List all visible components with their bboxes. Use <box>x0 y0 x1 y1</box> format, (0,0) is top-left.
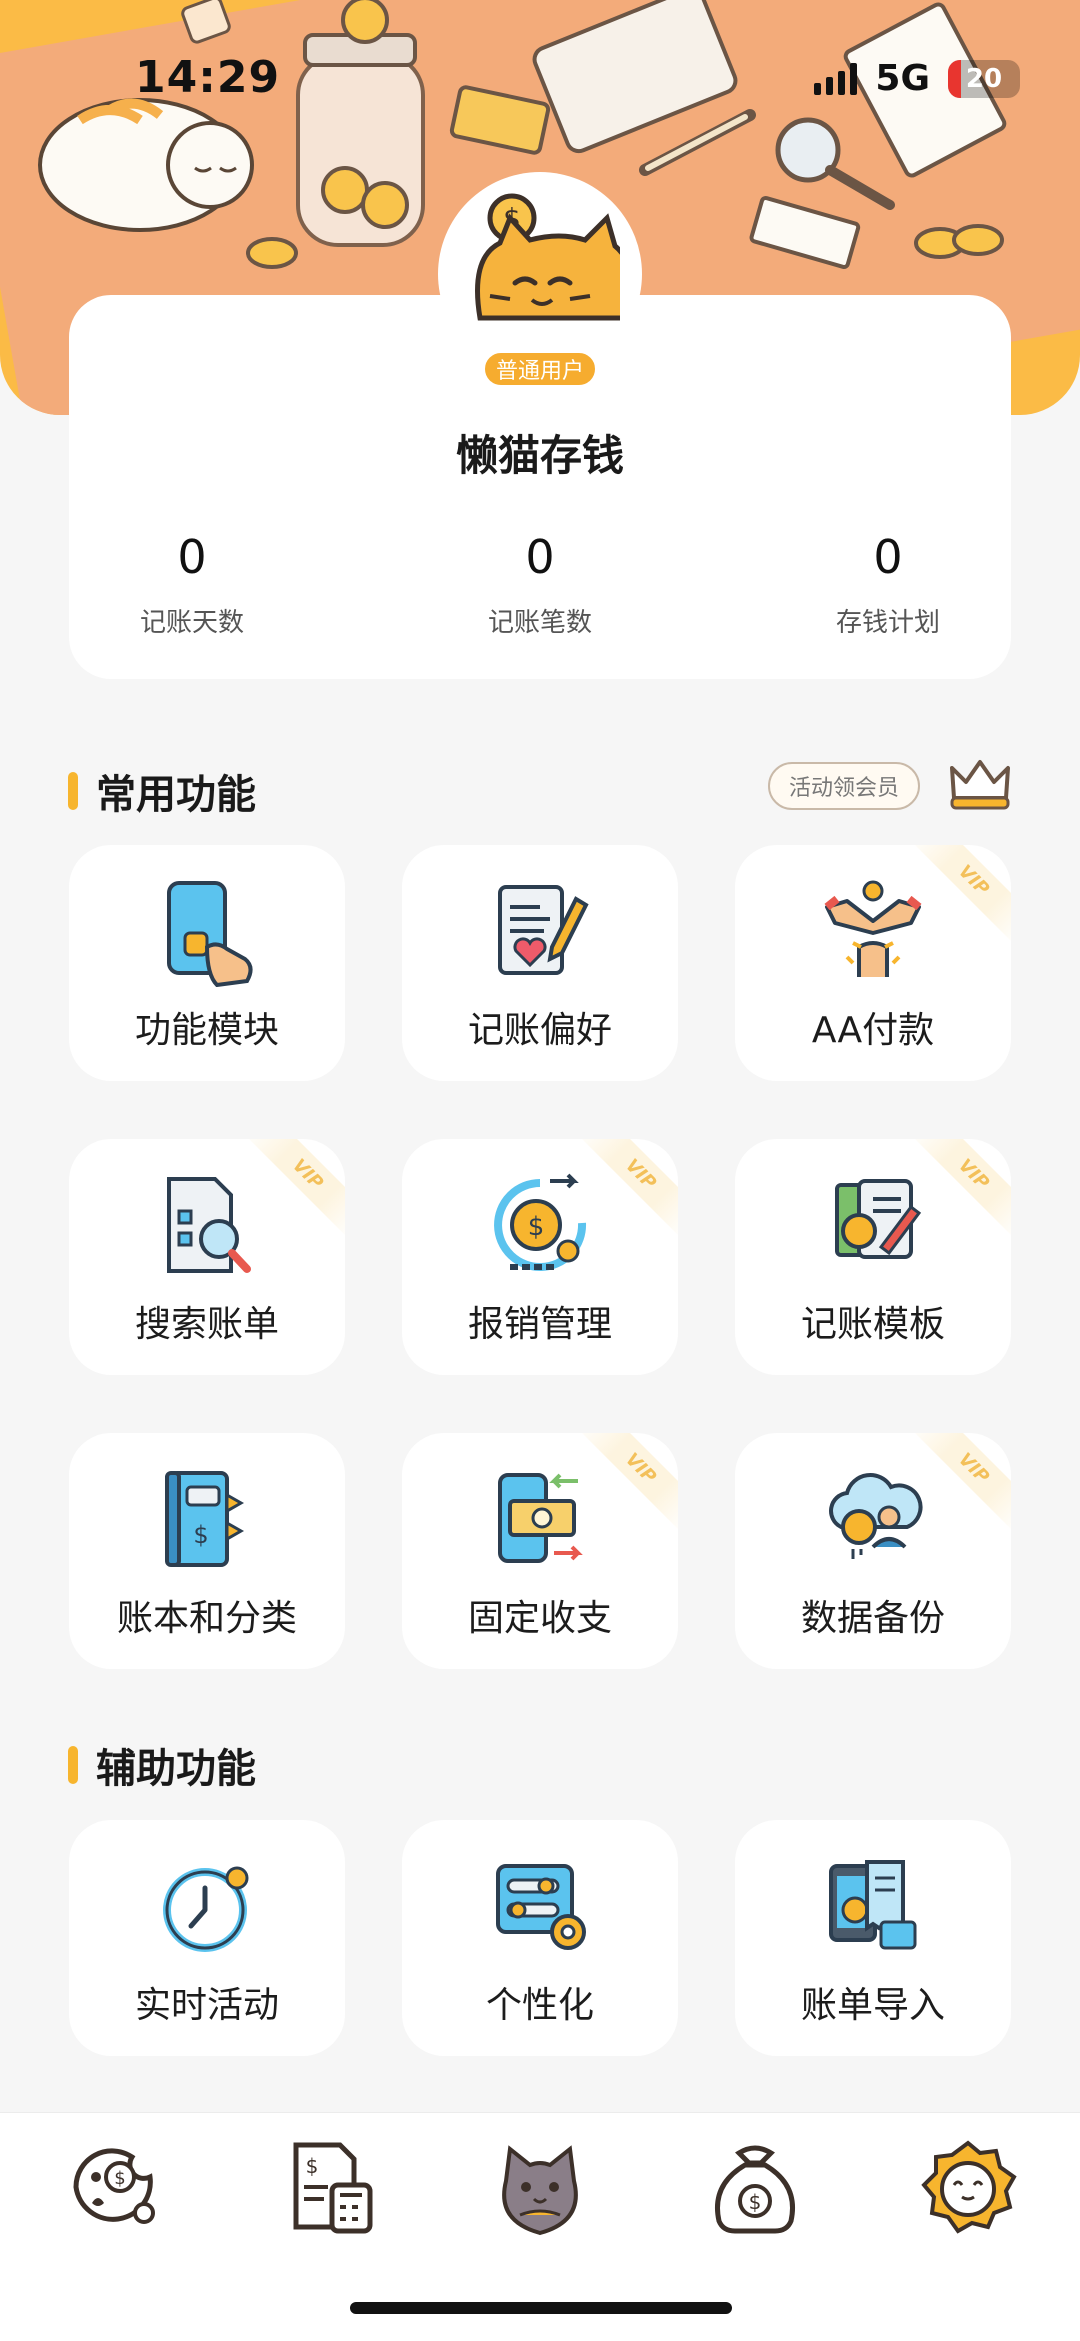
tile-function-modules[interactable]: 功能模块 <box>69 845 345 1081</box>
tile-search-bills[interactable]: VIP 搜索账单 <box>69 1139 345 1375</box>
vip-tag: VIP <box>575 1433 678 1534</box>
tile-label: 账本和分类 <box>116 1598 297 1639</box>
section-title-aux: 辅助功能 <box>68 1736 256 1794</box>
tile-label: 报销管理 <box>467 1304 612 1345</box>
avatar[interactable]: $ <box>438 172 642 376</box>
tile-reimbursement-management[interactable]: VIP $ 报销管理 <box>402 1139 678 1375</box>
tile-label: 个性化 <box>485 1985 594 2026</box>
bill-import-icon <box>829 1860 917 1950</box>
tile-ledgers-and-categories[interactable]: $ 账本和分类 <box>69 1433 345 1669</box>
vip-tag: VIP <box>575 1139 678 1240</box>
section-title-text: 辅助功能 <box>96 1746 256 1792</box>
refund-coin-icon: $ <box>494 1173 587 1271</box>
cat-tab-icon[interactable] <box>490 2137 590 2237</box>
status-indicators: 5G 20 <box>814 58 1020 99</box>
tile-bookkeeping-templates[interactable]: VIP 记账模板 <box>735 1139 1011 1375</box>
battery-level: 20 <box>965 63 1003 94</box>
tile-personalization[interactable]: 个性化 <box>402 1820 678 2056</box>
stat-label: 记账天数 <box>139 608 244 638</box>
tile-live-activities[interactable]: 实时活动 <box>69 1820 345 2056</box>
crown-icon[interactable] <box>946 754 1014 812</box>
section-title-common: 常用功能 <box>68 762 256 820</box>
tile-data-backup[interactable]: VIP 数据备份 <box>735 1433 1011 1669</box>
cat-badge-tab-icon[interactable] <box>918 2137 1018 2237</box>
clock-icon <box>163 1866 249 1952</box>
vip-tag: VIP <box>908 845 1011 946</box>
cloud-backup-icon <box>829 1473 923 1559</box>
status-time: 14:29 <box>135 52 281 103</box>
stat-label: 存钱计划 <box>835 608 940 638</box>
tile-label: 搜索账单 <box>134 1304 279 1345</box>
home-indicator <box>350 2302 732 2314</box>
tile-label: 记账偏好 <box>467 1010 612 1051</box>
battery-icon: 20 <box>948 59 1020 98</box>
user-name: 懒猫存钱 <box>455 431 624 480</box>
tile-label: AA付款 <box>811 1010 935 1051</box>
tile-aa-payment[interactable]: VIP AA付款 <box>735 845 1011 1081</box>
bill-calculator-tab-icon[interactable]: $ <box>282 2137 382 2237</box>
template-coin-icon <box>835 1179 922 1259</box>
svg-text:$: $ <box>749 2190 762 2214</box>
svg-text:$: $ <box>114 2168 125 2189</box>
stat-bookkeeping-entries[interactable]: 0 记账笔数 <box>410 530 670 639</box>
money-bag-tab-icon[interactable]: $ <box>705 2137 805 2237</box>
heart-note-icon <box>498 885 589 975</box>
tile-label: 记账模板 <box>800 1304 945 1345</box>
tile-label: 账单导入 <box>800 1985 945 2026</box>
stat-value: 0 <box>525 530 555 584</box>
stat-value: 0 <box>177 530 207 584</box>
tile-fixed-income-expense[interactable]: VIP 固定收支 <box>402 1433 678 1669</box>
signal-icon <box>814 62 858 95</box>
stat-label: 记账笔数 <box>487 608 592 638</box>
section-title-text: 常用功能 <box>96 772 256 818</box>
tile-label: 功能模块 <box>134 1010 279 1051</box>
tile-label: 实时活动 <box>134 1985 279 2026</box>
search-document-icon <box>167 1177 251 1273</box>
cat-coin-avatar-icon: $ <box>475 193 620 321</box>
phone-touch-icon <box>167 881 253 987</box>
user-level-badge: 普通用户 <box>482 350 598 388</box>
stat-value: 0 <box>873 530 903 584</box>
tile-label: 数据备份 <box>800 1598 945 1639</box>
handshake-coin-icon <box>824 880 922 977</box>
svg-text:$: $ <box>193 1521 208 1549</box>
vip-tag: VIP <box>908 1433 1011 1534</box>
tile-bill-import[interactable]: 账单导入 <box>735 1820 1011 2056</box>
bill-transfer-icon <box>498 1473 583 1563</box>
tile-bookkeeping-preferences[interactable]: 记账偏好 <box>402 845 678 1081</box>
vip-tag: VIP <box>908 1139 1011 1240</box>
promo-vip-button[interactable]: 活动领会员 <box>768 762 920 810</box>
cookie-coin-tab-icon[interactable]: $ <box>62 2137 162 2237</box>
stat-bookkeeping-days[interactable]: 0 记账天数 <box>62 530 322 639</box>
stat-saving-plans[interactable]: 0 存钱计划 <box>758 530 1018 639</box>
vip-tag: VIP <box>242 1139 345 1240</box>
svg-text:$: $ <box>306 2154 319 2178</box>
ledger-book-icon: $ <box>165 1471 245 1567</box>
settings-toggle-icon <box>496 1864 586 1950</box>
svg-text:$: $ <box>528 1212 545 1242</box>
tile-label: 固定收支 <box>467 1598 612 1639</box>
network-type: 5G <box>875 58 930 99</box>
